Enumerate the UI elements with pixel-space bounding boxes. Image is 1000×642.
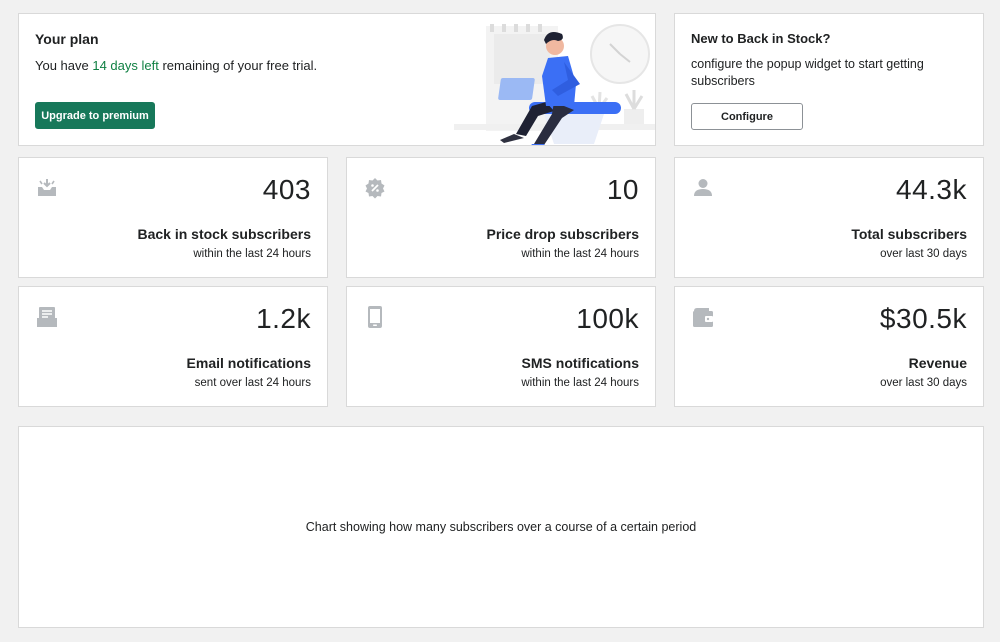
stat-card-sms-notifications[interactable]: 100k SMS notifications within the last 2… <box>346 286 656 407</box>
stat-value: 403 <box>262 174 311 205</box>
trial-text-before: You have <box>35 58 93 73</box>
stat-subtext: over last 30 days <box>880 377 967 389</box>
stat-label: Total subscribers <box>851 226 967 242</box>
stat-value: 1.2k <box>256 303 311 334</box>
subscribers-chart-card: Chart showing how many subscribers over … <box>18 426 984 628</box>
stat-subtext: within the last 24 hours <box>193 248 311 260</box>
stat-subtext: over last 30 days <box>880 248 967 260</box>
stat-label: SMS notifications <box>521 355 639 371</box>
stat-label: Revenue <box>908 355 967 371</box>
stat-label: Email notifications <box>186 355 311 371</box>
stat-subtext: sent over last 24 hours <box>194 377 311 389</box>
stat-subtext: within the last 24 hours <box>521 248 639 260</box>
person-with-laptop-illustration <box>454 24 655 145</box>
stat-subtext: within the last 24 hours <box>521 377 639 389</box>
discount-badge-icon <box>365 178 385 199</box>
stat-value: 10 <box>606 174 639 205</box>
mobile-phone-icon <box>368 306 382 328</box>
person-icon <box>694 179 712 196</box>
stat-card-email-notifications[interactable]: 1.2k Email notifications sent over last … <box>18 286 328 407</box>
plan-title: Your plan <box>35 31 99 47</box>
inbox-arrow-icon <box>38 179 56 196</box>
stat-value: $30.5k <box>879 303 967 334</box>
onboarding-title: New to Back in Stock? <box>691 31 831 46</box>
email-inbox-icon <box>37 307 57 327</box>
wallet-icon <box>693 308 713 327</box>
stat-card-back-in-stock[interactable]: 403 Back in stock subscribers within the… <box>18 157 328 278</box>
onboarding-text: configure the popup widget to start gett… <box>691 57 924 88</box>
stat-label: Price drop subscribers <box>486 226 639 242</box>
upgrade-button[interactable]: Upgrade to premium <box>35 102 155 129</box>
chart-placeholder-text: Chart showing how many subscribers over … <box>305 520 697 534</box>
onboarding-card: New to Back in Stock? configure the popu… <box>674 13 984 146</box>
plan-trial-text: You have 14 days left remaining of your … <box>35 58 317 73</box>
stat-value: 44.3k <box>896 174 967 205</box>
plan-card: Your plan You have 14 days left remainin… <box>18 13 656 146</box>
configure-button[interactable]: Configure <box>691 103 803 130</box>
stat-label: Back in stock subscribers <box>137 226 311 242</box>
stat-card-price-drop[interactable]: 10 Price drop subscribers within the las… <box>346 157 656 278</box>
stat-card-total-subscribers[interactable]: 44.3k Total subscribers over last 30 day… <box>674 157 984 278</box>
trial-text-after: remaining of your free trial. <box>158 58 318 73</box>
stat-value: 100k <box>576 303 639 334</box>
trial-days-left: 14 days left <box>92 58 159 73</box>
stat-card-revenue[interactable]: $30.5k Revenue over last 30 days <box>674 286 984 407</box>
